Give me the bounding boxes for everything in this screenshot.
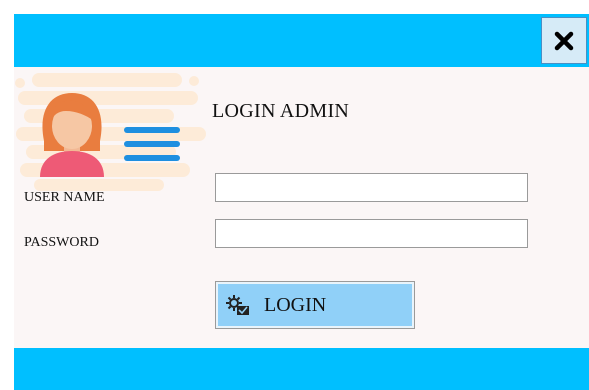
close-button[interactable] (541, 17, 587, 64)
login-button-label: LOGIN (264, 293, 327, 316)
password-input[interactable] (215, 219, 528, 248)
bottom-bar (14, 348, 589, 390)
user-avatar-icon (14, 71, 209, 196)
login-window: LOGIN ADMIN USER NAME PASSWORD LOGIN (14, 14, 589, 390)
login-gear-icon (226, 295, 249, 315)
close-icon (554, 31, 574, 50)
title-bar (14, 14, 589, 67)
login-heading: LOGIN ADMIN (212, 100, 350, 122)
password-label: PASSWORD (24, 235, 99, 250)
username-input[interactable] (215, 173, 528, 202)
login-button[interactable]: LOGIN (215, 281, 415, 329)
username-label: USER NAME (24, 190, 105, 205)
